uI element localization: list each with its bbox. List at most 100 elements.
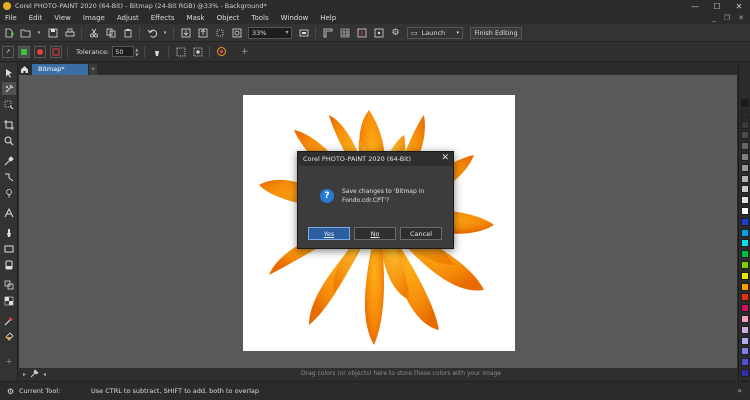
paint-tool-icon[interactable] bbox=[2, 226, 16, 239]
menu-effects[interactable]: Effects bbox=[145, 14, 181, 22]
options-gear-icon[interactable]: ⚙ bbox=[389, 26, 402, 39]
zoom-tool-icon[interactable] bbox=[2, 134, 16, 147]
menu-image[interactable]: Image bbox=[77, 14, 111, 22]
menu-file[interactable]: File bbox=[0, 14, 23, 22]
palette-swatch[interactable] bbox=[741, 347, 749, 356]
palette-swatch[interactable] bbox=[741, 185, 749, 194]
palette-swatch[interactable] bbox=[741, 131, 749, 140]
doc-close-button[interactable]: ✕ bbox=[738, 14, 744, 22]
doc-restore-button[interactable]: ❐ bbox=[724, 14, 730, 22]
show-rulers-icon[interactable] bbox=[321, 26, 334, 39]
mask-transform-tool-icon[interactable] bbox=[2, 98, 16, 111]
new-tab-button[interactable]: + bbox=[89, 63, 97, 75]
copy-icon[interactable] bbox=[104, 26, 117, 39]
yes-button[interactable]: Yes bbox=[308, 227, 350, 240]
customize-toolbox-icon[interactable]: + bbox=[2, 355, 16, 368]
scroll-right-arrow-icon[interactable]: ▸ bbox=[23, 371, 26, 378]
palette-swatch[interactable] bbox=[741, 261, 749, 269]
mask-overlay-icon[interactable] bbox=[215, 45, 228, 58]
new-document-icon[interactable] bbox=[2, 26, 15, 39]
palette-swatch[interactable] bbox=[741, 120, 749, 129]
minimize-button[interactable]: — bbox=[684, 0, 706, 12]
import-icon[interactable] bbox=[179, 26, 192, 39]
cancel-button[interactable]: Cancel bbox=[400, 227, 442, 240]
palette-swatch[interactable] bbox=[741, 358, 749, 367]
mask-additive-mode-icon[interactable] bbox=[34, 45, 46, 58]
launch-apps-dropdown[interactable]: ▭ Launch ▾ bbox=[407, 26, 463, 39]
tab-bitmap[interactable]: Bitmap* bbox=[32, 63, 88, 75]
transparency-tool-icon[interactable] bbox=[2, 294, 16, 307]
mask-tool-icon[interactable] bbox=[2, 82, 16, 95]
undo-icon[interactable] bbox=[145, 26, 158, 39]
close-window-button[interactable]: ✕ bbox=[728, 0, 750, 12]
palette-swatch[interactable] bbox=[741, 304, 749, 313]
menu-help[interactable]: Help bbox=[314, 14, 342, 22]
palette-swatch[interactable] bbox=[741, 228, 749, 237]
show-guidelines-icon[interactable] bbox=[355, 26, 368, 39]
palette-swatch[interactable] bbox=[741, 174, 749, 183]
palette-swatch[interactable] bbox=[741, 336, 749, 345]
eyedropper-tool-icon[interactable] bbox=[2, 154, 16, 167]
menu-edit[interactable]: Edit bbox=[23, 14, 49, 22]
dialog-close-button[interactable]: ✕ bbox=[441, 153, 449, 163]
palette-swatch[interactable] bbox=[741, 99, 749, 107]
palette-swatch[interactable] bbox=[741, 217, 749, 226]
palette-swatch[interactable] bbox=[741, 369, 749, 377]
color-eyedropper-icon[interactable] bbox=[2, 314, 16, 327]
open-folder-icon[interactable] bbox=[19, 26, 32, 39]
palette-swatch[interactable] bbox=[741, 325, 749, 334]
pick-tool-icon[interactable] bbox=[2, 66, 16, 79]
home-icon[interactable] bbox=[18, 63, 30, 75]
redeye-tool-icon[interactable] bbox=[2, 170, 16, 183]
palette-swatch[interactable] bbox=[741, 153, 749, 161]
palette-swatch[interactable] bbox=[741, 207, 749, 215]
finish-editing-button[interactable]: Finish Editing bbox=[470, 26, 522, 39]
palette-swatch[interactable] bbox=[741, 142, 749, 151]
zoom-100-icon[interactable] bbox=[297, 26, 310, 39]
brush-tool-icon[interactable] bbox=[2, 186, 16, 199]
crop-to-selection-icon[interactable] bbox=[213, 26, 226, 39]
pointer-mode-icon[interactable]: ➚ bbox=[2, 45, 14, 58]
zoom-fit-icon[interactable] bbox=[230, 26, 243, 39]
settings-gear-icon[interactable]: ⚙ bbox=[6, 387, 15, 396]
doc-minimize-button[interactable]: _ bbox=[712, 14, 716, 22]
menu-window[interactable]: Window bbox=[275, 14, 315, 22]
tolerance-input[interactable]: 50 bbox=[112, 46, 135, 57]
eyedropper-icon[interactable] bbox=[30, 368, 39, 380]
scroll-left-arrow-icon[interactable]: ◂ bbox=[43, 371, 46, 378]
menu-view[interactable]: View bbox=[48, 14, 77, 22]
print-icon[interactable] bbox=[63, 26, 76, 39]
menu-object[interactable]: Object bbox=[211, 14, 246, 22]
expand-status-icon[interactable]: » bbox=[737, 386, 742, 395]
menu-mask[interactable]: Mask bbox=[181, 14, 211, 22]
menu-tools[interactable]: Tools bbox=[245, 14, 274, 22]
feather-icon[interactable] bbox=[174, 45, 187, 58]
palette-swatch[interactable] bbox=[741, 293, 749, 302]
palette-swatch[interactable] bbox=[741, 315, 749, 323]
tolerance-spinner[interactable]: ▲ ▼ bbox=[135, 46, 141, 57]
save-icon[interactable] bbox=[46, 26, 59, 39]
no-button[interactable]: No bbox=[354, 227, 396, 240]
add-property-icon[interactable]: + bbox=[238, 45, 251, 58]
export-icon[interactable] bbox=[196, 26, 209, 39]
crop-tool-icon[interactable] bbox=[2, 118, 16, 131]
antialiasing-icon[interactable] bbox=[150, 45, 163, 58]
text-tool-icon[interactable] bbox=[2, 206, 16, 219]
palette-swatch[interactable] bbox=[741, 239, 749, 248]
open-dropdown-icon[interactable]: ▾ bbox=[36, 26, 42, 39]
show-grid-icon[interactable] bbox=[338, 26, 351, 39]
zoom-level-select[interactable]: 33% ▾ bbox=[248, 26, 292, 39]
rectangle-tool-icon[interactable] bbox=[2, 242, 16, 255]
clone-tool-icon[interactable] bbox=[2, 278, 16, 291]
palette-swatch[interactable] bbox=[741, 163, 749, 172]
drawing-workspace[interactable]: Corel PHOTO-PAINT 2020 (64-Bit) ✕ ? Save… bbox=[19, 75, 737, 368]
menu-adjust[interactable]: Adjust bbox=[111, 14, 145, 22]
cut-icon[interactable] bbox=[87, 26, 100, 39]
maximize-button[interactable]: ☐ bbox=[706, 0, 728, 12]
palette-swatch[interactable] bbox=[741, 271, 749, 280]
palette-swatch[interactable] bbox=[741, 196, 749, 205]
mask-normal-mode-icon[interactable] bbox=[18, 45, 30, 58]
palette-swatch[interactable] bbox=[741, 250, 749, 259]
palette-swatch[interactable] bbox=[741, 282, 749, 291]
palette-swatch[interactable] bbox=[741, 109, 749, 118]
